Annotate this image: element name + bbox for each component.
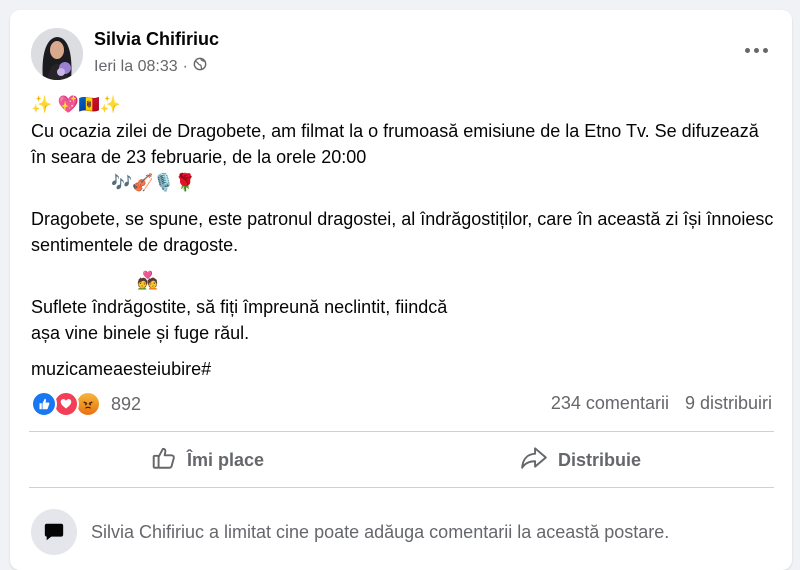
more-dot-icon <box>762 47 768 53</box>
engagement-stats: 234 comentarii 9 distribuiri <box>551 393 772 414</box>
post-paragraph: Cu ocazia zilei de Dragobete, am filmat … <box>31 121 759 167</box>
like-label: Îmi place <box>187 449 265 470</box>
post-paragraph: așa vine binele și fuge răul. <box>31 323 250 343</box>
notice-text: Silvia Chifiriuc a limitat cine poate ad… <box>91 521 670 542</box>
post-hashtag[interactable]: muzicameaesteiubire# <box>31 356 776 382</box>
post-emoji-line: 💑 <box>137 271 159 291</box>
thumbs-up-icon <box>151 445 177 476</box>
globe-icon[interactable] <box>193 57 207 76</box>
avatar[interactable] <box>31 28 83 80</box>
post-meta: Ieri la 08:33 · <box>94 57 207 76</box>
comments-count[interactable]: 234 comentarii <box>551 393 669 414</box>
shares-count[interactable]: 9 distribuiri <box>685 393 772 414</box>
reaction-count: 892 <box>111 393 142 414</box>
post-paragraph: Suflete îndrăgostite, să fiți împreună n… <box>31 297 448 317</box>
comments-limited-notice: Silvia Chifiriuc a limitat cine poate ad… <box>31 509 669 555</box>
share-arrow-icon <box>520 445 548 476</box>
more-dot-icon <box>753 47 759 53</box>
reaction-summary[interactable]: 892 <box>31 391 141 417</box>
post-body: ✨ 💖🇲🇩✨ Cu ocazia zilei de Dragobete, am … <box>31 92 776 382</box>
post-emoji-line: ✨ 💖🇲🇩✨ <box>31 95 122 115</box>
post-time[interactable]: Ieri la 08:33 <box>94 58 178 76</box>
share-button[interactable]: Distribuie <box>520 440 641 480</box>
author-name[interactable]: Silvia Chifiriuc <box>94 29 219 50</box>
like-button[interactable]: Îmi place <box>151 440 264 480</box>
divider <box>29 431 774 432</box>
post-paragraph: Dragobete, se spune, este patronul drago… <box>31 209 774 255</box>
post-emoji-line: 🎶🎻🎙️🌹 <box>111 173 196 193</box>
more-options-button[interactable] <box>738 36 774 64</box>
share-label: Distribuie <box>558 449 642 470</box>
divider <box>29 487 774 488</box>
like-icon <box>31 391 57 417</box>
more-dot-icon <box>744 47 750 53</box>
comment-bubble-icon <box>31 509 77 555</box>
meta-separator: · <box>182 57 188 75</box>
post-card: Silvia Chifiriuc Ieri la 08:33 · ✨ 💖🇲🇩✨ … <box>10 10 792 570</box>
